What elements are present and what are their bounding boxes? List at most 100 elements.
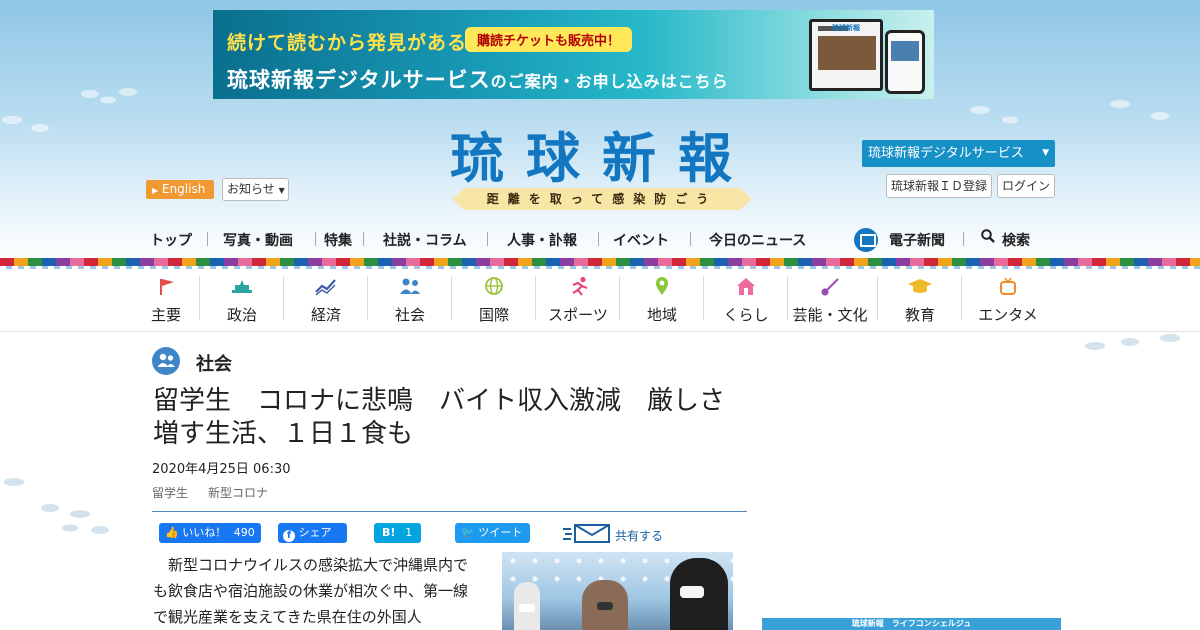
people-icon — [152, 347, 180, 375]
article-headline: 留学生 コロナに悲鳴 バイト収入激減 厳しさ増す生活、１日１食も — [153, 386, 726, 449]
digital-service-dropdown[interactable]: 琉球新報デジタルサービス ▼ — [862, 140, 1055, 167]
parliament-icon — [232, 280, 252, 293]
nav-separator — [207, 232, 208, 246]
nav-events[interactable]: イベント — [613, 230, 669, 250]
fish-school-decoration-lower-right — [1085, 334, 1180, 350]
article-body: 新型コロナウイルスの感染拡大で沖縄県内でも飲食店や宿泊施設の休業が相次ぐ中、第一… — [153, 556, 469, 626]
category-sports[interactable]: スポーツ — [536, 270, 620, 330]
category-label: 国際 — [478, 306, 509, 324]
category-major[interactable]: 主要 — [124, 270, 208, 330]
hatena-count: 1 — [405, 526, 413, 539]
category-label: 経済 — [310, 306, 341, 324]
article-header-rule — [152, 511, 747, 512]
category-label: 教育 — [904, 306, 935, 324]
article-tag[interactable]: 留学生 — [152, 484, 188, 501]
english-button[interactable]: ▶ English — [146, 180, 214, 199]
e-newspaper-icon — [854, 228, 878, 252]
thumbs-up-icon: 👍 — [165, 526, 179, 539]
graduation-cap-icon — [908, 279, 932, 293]
category-nav-divider — [0, 331, 1200, 332]
digital-service-banner[interactable]: 続けて読むから発見がある 購読チケットも販売中！ 琉球新報デジタルサービスのご案… — [213, 10, 934, 99]
category-label: 社会 — [394, 306, 425, 324]
article-date: 2020年4月25日 06:30 — [152, 462, 291, 477]
globe-icon — [485, 277, 503, 295]
nav-search[interactable]: 検索 — [1002, 230, 1030, 250]
nav-separator — [690, 232, 691, 246]
flag-icon — [160, 279, 174, 295]
hatena-bookmark-button[interactable]: B! 1 — [374, 523, 421, 543]
nav-separator — [363, 232, 364, 246]
site-slogan: 距離を取って感染防ごう — [452, 188, 752, 210]
chevron-down-icon: ▼ — [1042, 148, 1049, 158]
category-arts-culture[interactable]: 芸能・文化 — [788, 270, 872, 330]
category-label: エンタメ — [978, 306, 1038, 324]
twitter-tweet-button[interactable]: 🐦 ツイート — [455, 523, 530, 543]
id-register-button[interactable]: 琉球新報ＩＤ登録 — [886, 174, 992, 198]
category-label: 芸能・文化 — [792, 306, 868, 324]
login-button[interactable]: ログイン — [997, 174, 1055, 198]
banner-device-logo: 琉球新報 — [832, 23, 860, 32]
nav-top[interactable]: トップ — [150, 230, 192, 250]
nav-todays-news[interactable]: 今日のニュース — [709, 230, 806, 250]
share-label: シェア — [298, 526, 332, 539]
category-entertainment[interactable]: エンタメ — [966, 270, 1050, 330]
banner-tablet-image: 琉球新報 — [809, 19, 883, 91]
sanshin-icon — [821, 278, 839, 296]
nav-photo-video[interactable]: 写真・動画 — [223, 230, 293, 250]
category-separator — [961, 276, 962, 320]
search-icon — [981, 229, 995, 243]
chevron-down-icon: ▼ — [278, 186, 285, 195]
site-logo[interactable]: 琉球新報 — [402, 126, 802, 190]
category-label: 主要 — [150, 306, 181, 324]
nav-separator — [963, 232, 964, 246]
article-tag[interactable]: 新型コロナ — [208, 484, 268, 501]
category-label: スポーツ — [548, 306, 608, 324]
category-region[interactable]: 地域 — [620, 270, 704, 330]
category-international[interactable]: 国際 — [452, 270, 536, 330]
category-label: 地域 — [646, 306, 677, 324]
category-navigation: 主要 政治 経済 社会 国際 スポーツ 地域 くらし 芸能・文化 教育 エンタメ — [140, 270, 1060, 331]
notice-label: お知らせ — [227, 182, 275, 196]
nav-personnel-obituaries[interactable]: 人事・訃報 — [507, 230, 577, 250]
facebook-share-button[interactable]: f シェア — [278, 523, 347, 543]
category-society[interactable]: 社会 — [368, 270, 452, 330]
notice-dropdown[interactable]: お知らせ ▼ — [222, 178, 289, 201]
share-label[interactable]: 共有する — [615, 527, 663, 544]
sidebar-ad-banner[interactable]: 琉球新報 ライフコンシェルジュ — [762, 618, 1061, 630]
facebook-like-button[interactable]: 👍 いいね！ 490 — [159, 523, 261, 543]
nav-features[interactable]: 特集 — [324, 230, 352, 250]
category-politics[interactable]: 政治 — [200, 270, 284, 330]
like-label: いいね！ — [182, 526, 227, 539]
fish-school-decoration-lower-left — [4, 478, 109, 534]
category-lifestyle[interactable]: くらし — [704, 270, 788, 330]
nav-editorial-column[interactable]: 社説・コラム — [383, 230, 467, 250]
banner-subline-a: 琉球新報デジタルサービス — [227, 68, 491, 92]
hatena-label: B! — [382, 526, 396, 539]
banner-phone-image — [885, 30, 925, 94]
banner-subline: 琉球新報デジタルサービスのご案内・お申し込みはこちら — [227, 64, 729, 94]
mail-icon[interactable] — [563, 522, 613, 544]
like-count: 490 — [233, 526, 255, 539]
decorative-wave-strip — [0, 266, 1200, 269]
banner-subline-b: のご案内・お申し込み — [490, 72, 661, 91]
banner-headline: 続けて読むから発見がある — [227, 32, 468, 54]
category-education[interactable]: 教育 — [878, 270, 962, 330]
article-photo[interactable] — [502, 552, 733, 630]
fish-school-decoration-left — [2, 88, 137, 132]
tweet-label: ツイート — [478, 526, 523, 539]
english-label: English — [161, 182, 206, 196]
nav-separator — [487, 232, 488, 246]
people-icon — [400, 278, 420, 294]
category-label: くらし — [723, 306, 769, 324]
nav-e-newspaper[interactable]: 電子新聞 — [889, 230, 945, 250]
chart-line-icon — [315, 279, 336, 296]
nav-separator — [315, 232, 316, 246]
triangle-right-icon: ▶ — [152, 186, 159, 195]
section-label[interactable]: 社会 — [196, 350, 232, 376]
twitter-bird-icon: 🐦 — [461, 526, 475, 539]
facebook-icon: f — [283, 530, 295, 542]
runner-icon — [572, 276, 588, 296]
main-navigation: トップ 写真・動画 特集 社説・コラム 人事・訃報 イベント 今日のニュース 電… — [140, 226, 1060, 254]
nav-separator — [598, 232, 599, 246]
category-economy[interactable]: 経済 — [284, 270, 368, 330]
